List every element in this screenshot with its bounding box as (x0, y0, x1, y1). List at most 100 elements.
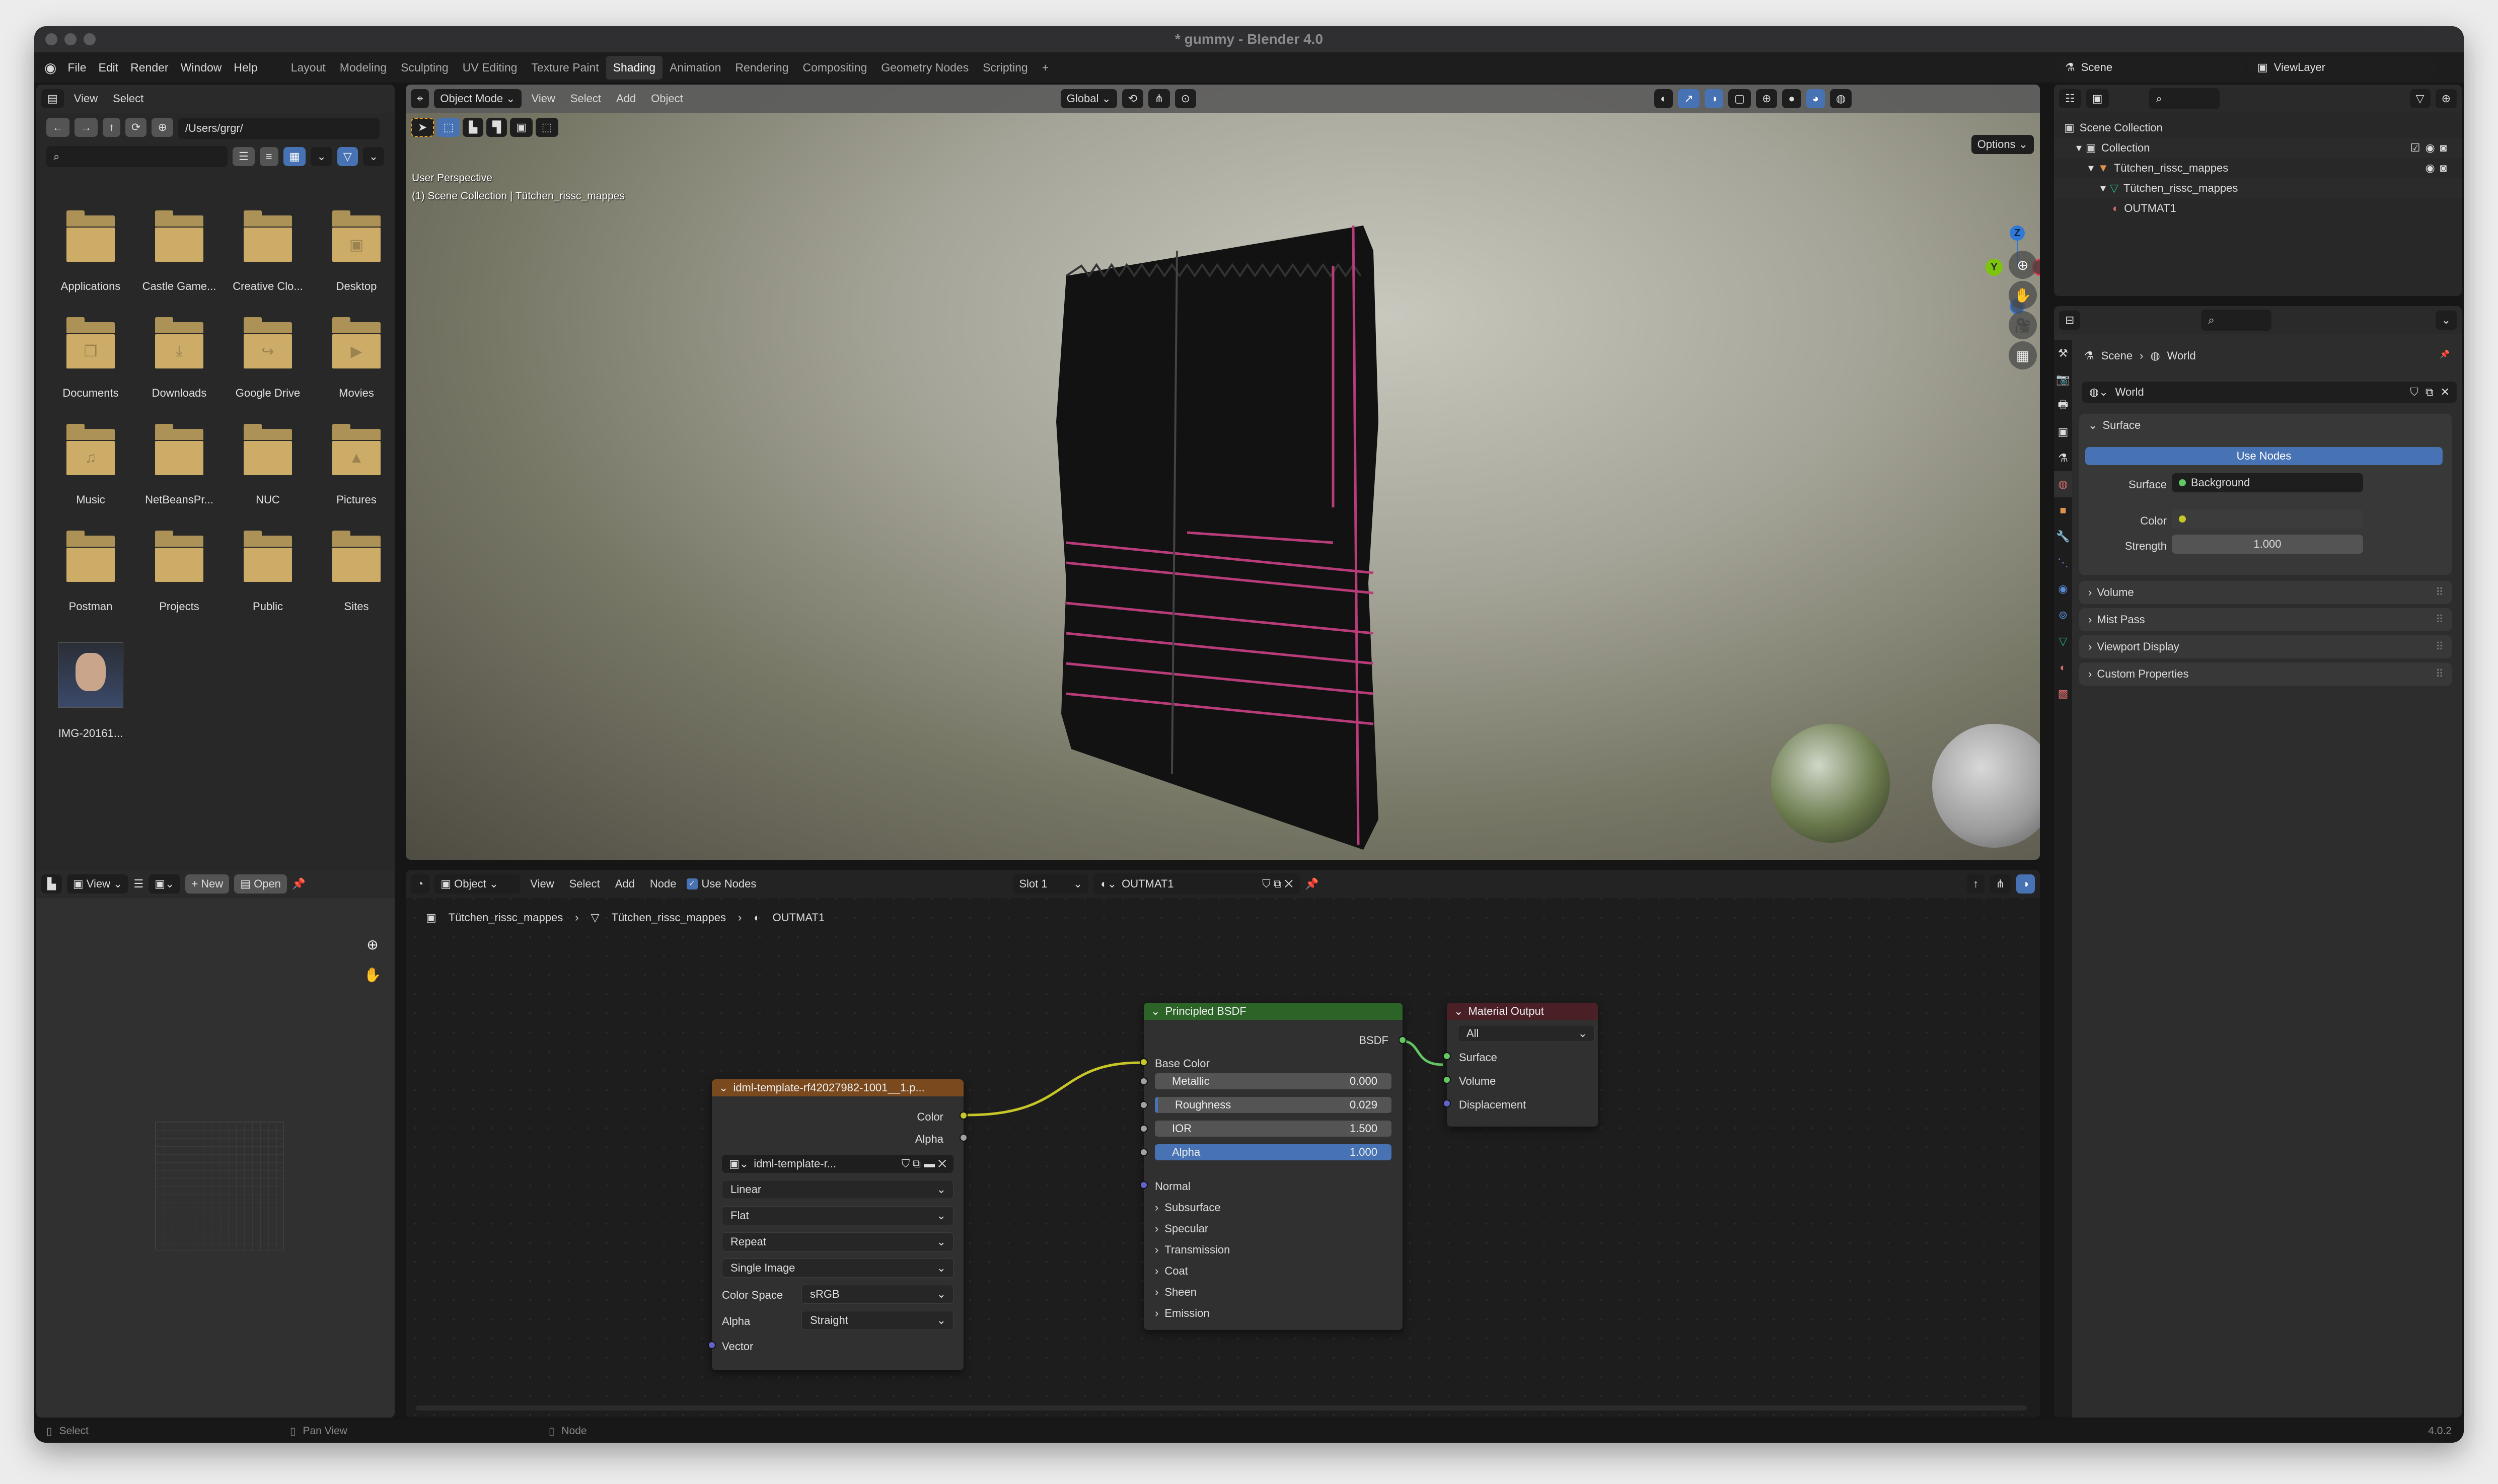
mode-dropdown[interactable]: Object Mode ⌄ (434, 89, 522, 108)
select-box-new-button[interactable]: ⬚ (437, 118, 460, 137)
view-layer-selector[interactable]: ▣ ViewLayer (2250, 57, 2437, 78)
gizmo-y-axis[interactable]: Y (1986, 259, 2003, 276)
display-options-dropdown[interactable]: ⌄ (311, 147, 332, 166)
world-tab-icon[interactable]: ◍ (2054, 471, 2072, 497)
render-tab-icon[interactable]: 📷 (2054, 366, 2072, 393)
unlink-close-icon[interactable]: ✕ (2441, 386, 2450, 399)
bsdf-input-socket[interactable] (1140, 1077, 1148, 1085)
source-dropdown[interactable]: Single Image ⌄ (722, 1258, 953, 1278)
bsdf-field-metallic[interactable]: Metallic 0.000 (1155, 1073, 1391, 1089)
snap-toggle[interactable]: ⋔ (1990, 874, 2011, 894)
visibility-toggles[interactable]: ◉◙ (2426, 162, 2452, 175)
bsdf-field-roughness[interactable]: Roughness 0.029 (1155, 1097, 1391, 1113)
properties-search-input[interactable]: ⌕ (2201, 310, 2272, 331)
file-item[interactable]: IMG-20161... (46, 642, 135, 740)
disclosure-triangle-icon[interactable]: ▾ (2076, 141, 2082, 155)
gizmo-z-axis[interactable]: Z (2010, 226, 2025, 241)
outliner-row[interactable]: ▾ ▽ Tütchen_rissc_mappes (2054, 178, 2462, 198)
rendered-shading-button[interactable]: ◍ (1829, 89, 1852, 108)
collapsed-panel[interactable]: › Custom Properties ⠿ (2079, 662, 2452, 686)
pan-view-hand-icon[interactable]: ✋ (358, 960, 387, 989)
shader-type-dropdown[interactable]: ▣ Object ⌄ (434, 874, 521, 894)
forward-button[interactable]: → (75, 118, 98, 137)
bsdf-section-sheen[interactable]: › Sheen (1155, 1286, 1197, 1299)
render-target-dropdown[interactable]: All ⌄ (1458, 1025, 1595, 1042)
select-tool-icon[interactable]: ➤ (411, 118, 434, 137)
tab-texture-paint[interactable]: Texture Paint (524, 56, 606, 80)
browse-image-button[interactable]: ▣⌄ (149, 874, 181, 894)
fake-user-shield-icon[interactable]: ⛉ (2410, 386, 2418, 399)
solid-shading-button[interactable]: ● (1782, 89, 1801, 108)
gizmo-toggle[interactable]: ↗ (1678, 89, 1700, 108)
bsdf-section-transmission[interactable]: › Transmission (1155, 1243, 1230, 1256)
visibility-toggles[interactable]: ☑◉◙ (2410, 141, 2452, 155)
displacement-input-socket[interactable] (1443, 1099, 1451, 1107)
output-node-header[interactable]: ⌄ Material Output (1447, 1003, 1598, 1020)
wireframe-shading-button[interactable]: ⊕ (1755, 89, 1778, 108)
maximize-window-button[interactable] (84, 33, 96, 45)
bsdf-field-alpha[interactable]: Alpha 1.000 (1155, 1144, 1391, 1160)
zoom-view-icon[interactable]: ⊕ (2009, 251, 2037, 279)
tab-animation[interactable]: Animation (663, 56, 728, 80)
bsdf-section-emission[interactable]: › Emission (1155, 1307, 1210, 1320)
path-field[interactable]: /Users/grgr/ (178, 118, 380, 139)
filter-button[interactable]: ▽ (337, 147, 358, 166)
extension-dropdown[interactable]: Repeat ⌄ (722, 1232, 953, 1251)
bsdf-section-specular[interactable]: › Specular (1155, 1222, 1208, 1235)
constraints-tab-icon[interactable]: ⊚ (2054, 602, 2072, 628)
menu-view[interactable]: View (69, 92, 103, 105)
outliner-row[interactable]: ▣ Scene Collection (2054, 118, 2462, 138)
drag-handle-icon[interactable]: ⠿ (2436, 640, 2444, 653)
menu-node[interactable]: Node (645, 877, 682, 891)
texture-tab-icon[interactable]: ▩ (2054, 681, 2072, 707)
vertical-list-button[interactable]: ☰ (233, 147, 255, 166)
file-item[interactable]: ❐ Documents (46, 317, 135, 400)
bsdf-node-header[interactable]: ⌄ Principled BSDF (1144, 1003, 1403, 1020)
new-collection-button[interactable]: ⊕ (2435, 89, 2457, 108)
filter-collections-dropdown[interactable]: ▣ (2086, 89, 2109, 108)
zoom-view-icon[interactable]: ⊕ (358, 930, 387, 958)
view-menu-dropdown[interactable]: ▣ View ⌄ (66, 874, 129, 894)
file-item[interactable]: ▲ Pictures (312, 424, 395, 506)
new-folder-button[interactable]: ⊕ (152, 118, 173, 137)
file-item[interactable]: ▣ Desktop (312, 210, 395, 293)
editor-type-button[interactable]: ⊟ (2059, 311, 2081, 330)
file-item[interactable]: Creative Clo... (224, 210, 312, 293)
image-texture-node[interactable]: ⌄ idml-template-rf42027982-1001__1.p... C… (708, 1079, 968, 1370)
editor-type-button[interactable]: ▙ (41, 874, 62, 894)
tab-shading[interactable]: Shading (606, 55, 663, 80)
color-output-socket[interactable] (960, 1111, 968, 1120)
base-color-socket[interactable] (1140, 1058, 1148, 1066)
xray-toggle[interactable]: ▢ (1728, 89, 1751, 108)
bsdf-output-socket[interactable] (1399, 1036, 1407, 1044)
proportional-editing-toggle[interactable]: ⊙ (1174, 89, 1197, 108)
parent-node-tree-button[interactable]: ↑ (1967, 874, 1985, 894)
alpha-output-socket[interactable] (960, 1134, 968, 1142)
file-item[interactable]: NetBeansPr... (135, 424, 224, 506)
tab-uv-editing[interactable]: UV Editing (456, 56, 525, 80)
output-tab-icon[interactable]: 🖶 (2054, 393, 2072, 419)
vector-input-socket[interactable] (708, 1341, 716, 1349)
add-workspace-button[interactable]: + (1035, 56, 1056, 80)
use-nodes-checkbox[interactable]: ✓ Use Nodes (686, 877, 756, 891)
file-item[interactable]: ⤓ Downloads (135, 317, 224, 400)
options-dropdown[interactable]: ⌄ (2435, 311, 2457, 330)
file-item[interactable]: NUC (224, 424, 312, 506)
pivot-point-dropdown[interactable]: ⟲ (1122, 89, 1144, 108)
material-tab-icon[interactable]: ◐ (2054, 654, 2072, 681)
pan-view-hand-icon[interactable]: ✋ (2009, 281, 2037, 309)
refresh-button[interactable]: ⟳ (125, 118, 147, 137)
duplicate-icon[interactable]: ⧉ (2426, 386, 2434, 399)
surface-input-socket[interactable] (1443, 1052, 1451, 1060)
mesh-data-tab-icon[interactable]: ▽ (2054, 628, 2072, 654)
3d-viewport[interactable]: ⌖ Object Mode ⌄ View Select Add Object G… (406, 85, 2040, 860)
file-item[interactable]: ♫ Music (46, 424, 135, 506)
file-item[interactable]: Castle Game... (135, 210, 224, 293)
alpha-mode-dropdown[interactable]: Straight ⌄ (801, 1311, 953, 1330)
modifier-tab-icon[interactable]: 🔧 (2054, 524, 2072, 550)
material-preview-shading-button[interactable]: ◕ (1806, 89, 1825, 108)
collapsed-panel[interactable]: › Mist Pass ⠿ (2079, 608, 2452, 631)
bsdf-section-subsurface[interactable]: › Subsurface (1155, 1201, 1221, 1214)
tab-geometry-nodes[interactable]: Geometry Nodes (874, 56, 976, 80)
menu-add[interactable]: Add (610, 877, 640, 891)
